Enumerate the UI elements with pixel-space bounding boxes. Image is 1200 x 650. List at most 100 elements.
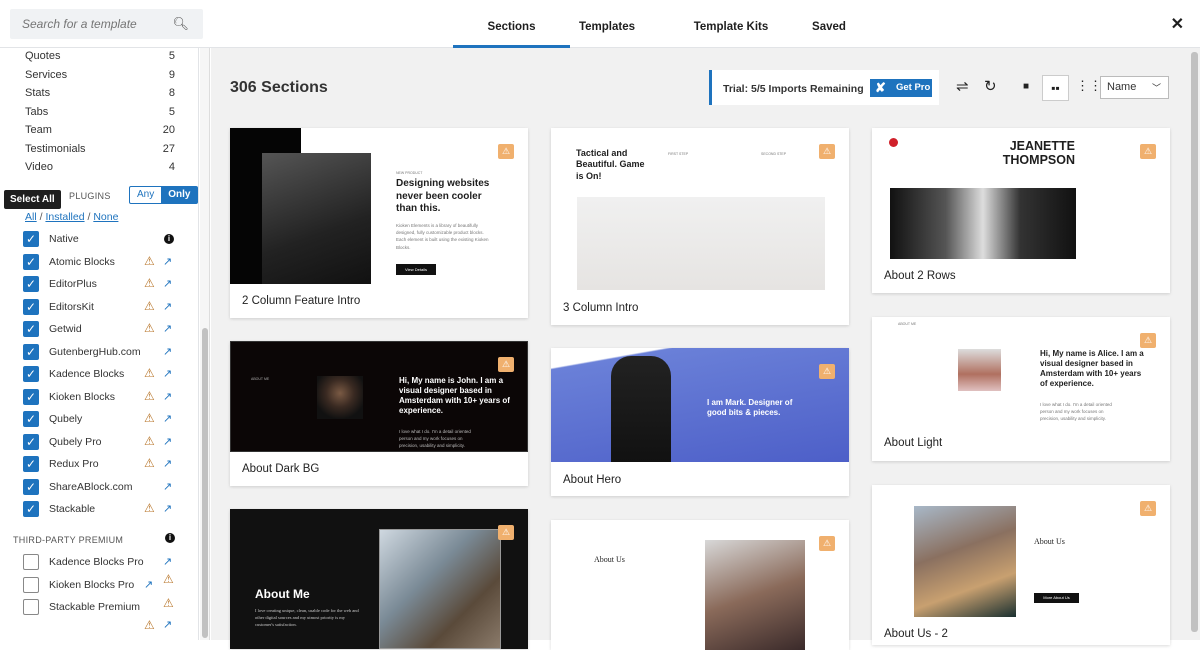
external-link-icon[interactable]: ↗ xyxy=(163,300,172,313)
plugin-item[interactable]: ✓ Native xyxy=(23,231,183,249)
plugin-item[interactable]: ✓ Kioken Blocks xyxy=(23,388,183,407)
checkbox[interactable]: ✓ xyxy=(23,231,39,247)
checkbox[interactable]: ✓ xyxy=(23,343,39,360)
warning-icon: ⚠ xyxy=(819,536,835,551)
plugin-label: Kioken Blocks Pro xyxy=(49,578,135,591)
template-card[interactable]: ABOUT ME Hi, My name is Alice. I am a vi… xyxy=(872,317,1170,461)
warning-icon: ⚠ xyxy=(144,618,155,632)
category-item[interactable]: Testimonials 27 xyxy=(25,143,175,155)
template-card[interactable]: About Me I love creating unique, clean, … xyxy=(230,509,528,649)
headline: About Us xyxy=(594,555,625,564)
template-card[interactable]: About Us ⚠ xyxy=(551,520,849,650)
only-button[interactable]: Only xyxy=(161,187,198,203)
plugin-item[interactable]: Stackable Premium xyxy=(23,599,183,617)
checkbox[interactable]: ✓ xyxy=(23,456,39,472)
medium-grid-icon[interactable]: ▪▪ xyxy=(1042,75,1069,101)
external-link-icon[interactable]: ↗ xyxy=(163,412,172,425)
checkbox[interactable]: ✓ xyxy=(23,276,39,292)
select-all-tooltip: Select All xyxy=(4,190,61,209)
tab-templates[interactable]: Templates xyxy=(570,0,644,48)
any-button[interactable]: Any xyxy=(130,187,161,203)
large-view-icon[interactable]: ■ xyxy=(1023,81,1029,92)
plugin-item[interactable]: ✓ Getwid xyxy=(23,321,183,339)
eyebrow: ABOUT ME xyxy=(898,322,917,326)
view-details-button: View Details xyxy=(396,264,436,275)
plugin-item[interactable]: Kadence Blocks Pro xyxy=(23,554,183,572)
get-pro-button[interactable]: ✘ Get Pro xyxy=(870,79,932,97)
category-item[interactable]: Tabs 5 xyxy=(25,106,175,118)
template-card[interactable]: I am Mark. Designer of good bits & piece… xyxy=(551,348,849,496)
external-link-icon[interactable]: ↗ xyxy=(163,390,172,403)
close-icon[interactable]: ✕ xyxy=(1171,14,1184,34)
scrollbar-thumb[interactable] xyxy=(202,328,208,638)
info-icon[interactable]: i xyxy=(164,234,174,244)
external-link-icon[interactable]: ↗ xyxy=(163,435,172,448)
plugin-item[interactable]: ✓ Qubely Pro xyxy=(23,433,183,452)
plugin-item[interactable]: Kioken Blocks Pro xyxy=(23,576,183,595)
checkbox[interactable]: ✓ xyxy=(23,321,39,337)
select-none-link[interactable]: None xyxy=(93,211,118,223)
checkbox[interactable] xyxy=(23,599,39,615)
checkbox[interactable] xyxy=(23,576,39,593)
external-link-icon[interactable]: ↗ xyxy=(144,578,153,591)
plugin-item[interactable]: ✓ Stackable xyxy=(23,501,183,519)
template-card[interactable]: JEANETTE THOMPSON ⚠ About 2 Rows xyxy=(872,128,1170,293)
category-item[interactable]: Video 4 xyxy=(25,161,175,173)
external-link-icon[interactable]: ↗ xyxy=(163,457,172,470)
category-count: 27 xyxy=(162,142,175,155)
category-item[interactable]: Team 20 xyxy=(25,124,175,136)
select-installed-link[interactable]: Installed xyxy=(45,211,84,223)
template-card[interactable]: NEW PRODUCT Designing websites never bee… xyxy=(230,128,528,318)
sort-select[interactable]: Name ﹀ xyxy=(1100,76,1169,99)
plugin-item[interactable]: ✓ Qubely xyxy=(23,411,183,429)
tab-template-kits[interactable]: Template Kits xyxy=(684,0,778,48)
external-link-icon[interactable]: ↗ xyxy=(163,502,172,515)
checkbox[interactable]: ✓ xyxy=(23,433,39,450)
external-link-icon[interactable]: ↗ xyxy=(163,480,172,493)
checkbox[interactable]: ✓ xyxy=(23,478,39,495)
select-all-link[interactable]: All xyxy=(25,211,37,223)
category-item[interactable]: Stats 8 xyxy=(25,87,175,99)
template-card[interactable]: ABOUT ME Hi, My name is John. I am a vis… xyxy=(230,341,528,486)
main-scrollbar[interactable] xyxy=(1189,48,1200,640)
template-card[interactable]: Tactical and Beautiful. Game is On! FIRS… xyxy=(551,128,849,325)
tab-saved[interactable]: Saved xyxy=(806,0,852,48)
scrollbar-thumb[interactable] xyxy=(1191,52,1198,632)
card-title: About Hero xyxy=(563,474,622,486)
refresh-icon[interactable]: ↻ xyxy=(984,77,997,95)
search-input[interactable]: Search for a template 🔍︎ xyxy=(10,9,203,39)
checkbox[interactable]: ✓ xyxy=(23,253,39,270)
plugin-item[interactable]: ✓ Kadence Blocks xyxy=(23,366,183,384)
category-label: Tabs xyxy=(25,105,49,118)
premium-heading: THIRD-PARTY PREMIUM xyxy=(13,535,124,545)
filter-icon[interactable]: ⇌ xyxy=(956,77,969,95)
sidebar-scrollbar[interactable] xyxy=(200,48,210,640)
checkbox[interactable]: ✓ xyxy=(23,298,39,315)
plugin-item[interactable]: ✓ Redux Pro xyxy=(23,456,183,474)
template-card[interactable]: About Us More About Us ⚠ About Us - 2 xyxy=(872,485,1170,645)
plugin-item[interactable]: ✓ Atomic Blocks xyxy=(23,253,183,272)
info-icon[interactable]: i xyxy=(165,533,175,543)
checkbox[interactable]: ✓ xyxy=(23,411,39,427)
external-link-icon[interactable]: ↗ xyxy=(163,618,172,631)
plugin-item[interactable]: ✓ ShareABlock.com xyxy=(23,478,183,497)
category-item[interactable]: Services 9 xyxy=(25,69,175,81)
external-link-icon[interactable]: ↗ xyxy=(163,322,172,335)
external-link-icon[interactable]: ↗ xyxy=(163,255,172,268)
search-icon[interactable]: 🔍︎ xyxy=(172,16,189,32)
external-link-icon[interactable]: ↗ xyxy=(163,555,172,568)
checkbox[interactable]: ✓ xyxy=(23,366,39,382)
warning-icon: ⚠ xyxy=(819,144,835,159)
external-link-icon[interactable]: ↗ xyxy=(163,277,172,290)
plugin-item[interactable]: ✓ EditorPlus xyxy=(23,276,183,294)
external-link-icon[interactable]: ↗ xyxy=(163,345,172,358)
portrait-image xyxy=(317,376,363,419)
external-link-icon[interactable]: ↗ xyxy=(163,367,172,380)
checkbox[interactable] xyxy=(23,554,39,570)
plugin-item[interactable]: ✓ GutenbergHub.com xyxy=(23,343,183,362)
tab-sections[interactable]: Sections xyxy=(453,0,570,48)
plugin-item[interactable]: ✓ EditorsKit xyxy=(23,298,183,317)
checkbox[interactable]: ✓ xyxy=(23,388,39,405)
category-item[interactable]: Quotes 5 xyxy=(25,50,175,62)
checkbox[interactable]: ✓ xyxy=(23,501,39,517)
